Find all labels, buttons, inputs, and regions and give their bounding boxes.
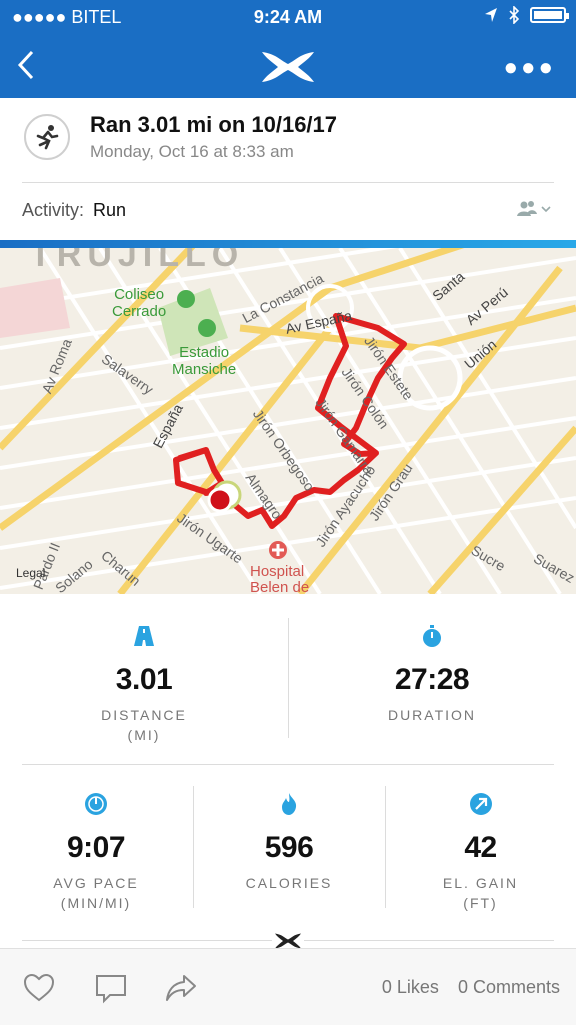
status-icons xyxy=(484,6,569,24)
distance-value: 3.01 xyxy=(115,663,173,696)
chevron-left-icon xyxy=(17,50,34,80)
location-icon xyxy=(485,8,497,22)
distance-unit: (MI) xyxy=(127,727,161,743)
stat-avg-pace: 9:07 AVG PACE (MIN/MI) xyxy=(0,792,192,913)
distance-label: DISTANCE xyxy=(101,707,187,723)
workout-header: Ran 3.01 mi on 10/16/17 Monday, Oct 16 a… xyxy=(0,98,576,182)
poi-coliseo: Coliseo Cerrado xyxy=(112,286,167,320)
poi-estadio: Estadio Mansiche xyxy=(172,344,237,378)
back-button[interactable] xyxy=(16,48,36,88)
run-activity-icon xyxy=(24,114,70,160)
avg-pace-label: AVG PACE xyxy=(53,875,139,891)
activity-value: Run xyxy=(93,200,127,220)
more-options-button[interactable]: ●●● xyxy=(504,54,557,82)
stat-elevation-gain: 42 EL. GAIN (FT) xyxy=(385,792,576,913)
social-bar: 0 Likes 0 Comments xyxy=(0,948,576,1025)
under-armour-logo xyxy=(258,50,318,89)
el-gain-unit: (FT) xyxy=(463,895,498,911)
avg-pace-value: 9:07 xyxy=(66,831,126,864)
road-icon xyxy=(134,626,154,646)
stat-distance: 3.01 DISTANCE (MI) xyxy=(22,624,266,745)
share-arrow-icon[interactable] xyxy=(164,971,198,1005)
bluetooth-icon xyxy=(509,6,520,24)
stopwatch-icon xyxy=(423,625,441,647)
divider xyxy=(22,182,554,183)
comment-bubble-icon[interactable] xyxy=(94,971,128,1005)
speedometer-icon xyxy=(85,793,107,815)
battery-icon xyxy=(530,7,569,23)
stats-primary: 3.01 DISTANCE (MI) 27:28 DURATION xyxy=(0,594,576,764)
friends-icon xyxy=(517,201,551,216)
duration-value: 27:28 xyxy=(394,663,470,696)
divider xyxy=(22,764,554,765)
accent-bar xyxy=(0,240,576,248)
like-heart-icon[interactable] xyxy=(22,971,56,1005)
status-bar: ●●●●● BITEL 9:24 AM xyxy=(0,0,576,36)
social-counts: 0 Likes 0 Comments xyxy=(368,977,560,998)
route-map[interactable]: TRUJILLO Coliseo Cerrado Estadio Mansich… xyxy=(0,248,576,594)
privacy-friends-button[interactable] xyxy=(516,200,552,223)
calories-value: 596 xyxy=(264,831,314,864)
divider xyxy=(288,618,289,738)
el-gain-label: EL. GAIN xyxy=(442,875,519,891)
nav-bar: ●●● xyxy=(0,36,576,98)
workout-date: Monday, Oct 16 at 8:33 am xyxy=(90,142,294,161)
flame-icon xyxy=(282,793,297,815)
avg-pace-unit: (MIN/MI) xyxy=(60,895,132,911)
workout-title: Ran 3.01 mi on 10/16/17 xyxy=(90,112,338,137)
city-label: TRUJILLO xyxy=(30,248,245,274)
stat-calories: 596 CALORIES xyxy=(193,792,385,893)
map-legal-link[interactable]: Legal xyxy=(16,566,45,580)
activity-label: Activity: xyxy=(22,200,85,220)
el-gain-value: 42 xyxy=(464,831,497,864)
stat-duration: 27:28 DURATION xyxy=(310,624,554,725)
activity-row: Activity: Run xyxy=(22,200,126,221)
likes-count[interactable]: 0 Likes xyxy=(382,977,439,997)
comments-count[interactable]: 0 Comments xyxy=(458,977,560,997)
calories-label: CALORIES xyxy=(245,875,333,891)
elevation-arrow-icon xyxy=(469,793,492,815)
duration-label: DURATION xyxy=(387,707,477,723)
poi-hospital: Hospital Belen de xyxy=(250,563,310,595)
